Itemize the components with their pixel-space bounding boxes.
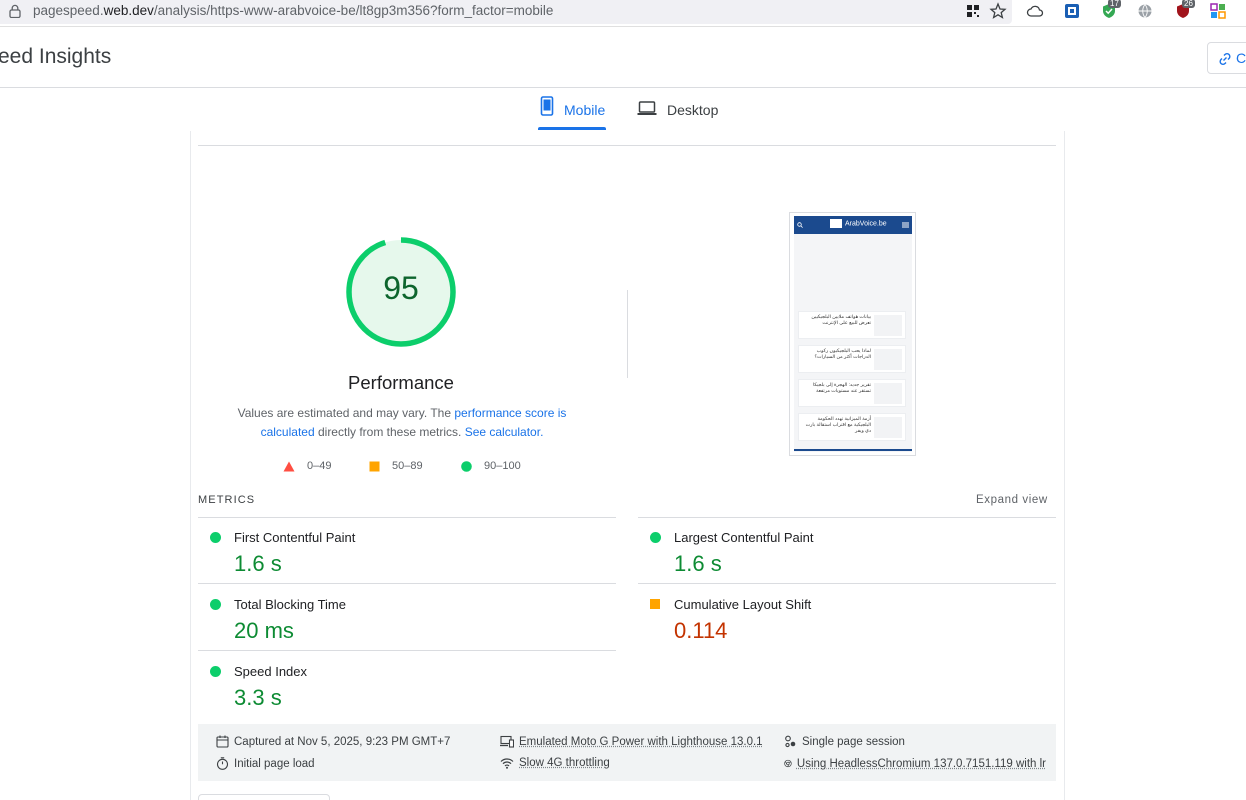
url-text[interactable]: pagespeed.web.dev/analysis/https-www-ara… <box>33 3 553 18</box>
desc-text: directly from these metrics. <box>314 425 465 439</box>
network-throttling-text: Slow 4G throttling <box>519 757 610 769</box>
calendar-icon <box>216 735 229 748</box>
browser-version-text: Using HeadlessChromium 137.0.7151.119 wi… <box>796 757 1046 770</box>
tab-mobile[interactable]: Mobile <box>540 96 605 130</box>
metric-name: Cumulative Layout Shift <box>674 597 812 612</box>
search-icon <box>797 222 803 228</box>
orange-square-icon <box>369 461 380 471</box>
thumbnail-article: لماذا يحب البلجيكيون ركوب الدراجات أكثر … <box>798 345 906 373</box>
legend-pass: 90–100 <box>461 459 521 473</box>
performance-title: Performance <box>348 372 454 393</box>
metric-value: 1.6 s <box>674 551 722 576</box>
thumbnail-article: تقرير جديد: الهجرة إلى بلجيكا تستقر عند … <box>798 379 906 407</box>
expand-view-toggle[interactable]: Expand view <box>976 494 1048 506</box>
address-bar[interactable]: pagespeed.web.dev/analysis/https-www-ara… <box>0 0 1012 24</box>
qr-code-icon[interactable] <box>964 2 982 20</box>
thumbnail-logo: ArabVoice.be <box>830 219 887 228</box>
tab-desktop[interactable]: Desktop <box>637 96 718 130</box>
tab-mobile-label: Mobile <box>564 102 606 118</box>
metric-cumulative-layout-shift: Cumulative Layout Shift 0.114 <box>638 585 1038 651</box>
final-screenshot-thumbnail[interactable]: ArabVoice.be بيانات هواتف ملايين البلجيك… <box>789 212 916 456</box>
colorful-extension-icon[interactable] <box>1209 2 1227 20</box>
thumbnail-article: بيانات هواتف ملايين البلجيكيين تعرض للبي… <box>798 311 906 339</box>
page-load-type: Initial page load <box>216 757 315 770</box>
see-calculator-link[interactable]: See calculator. <box>465 425 544 439</box>
legend-fail: 0–49 <box>283 459 331 473</box>
metric-largest-contentful-paint: Largest Contentful Paint 1.6 s <box>638 518 1038 584</box>
thumbnail-footer-bar <box>794 449 912 451</box>
performance-score: 95 <box>383 270 419 306</box>
laptop-icon <box>637 101 657 115</box>
active-tab-indicator <box>538 127 606 130</box>
tab-desktop-label: Desktop <box>667 102 719 118</box>
menu-icon <box>902 222 909 228</box>
mobile-phone-icon <box>540 96 554 116</box>
card-divider <box>198 145 1056 146</box>
metric-name: Speed Index <box>234 664 308 679</box>
vertical-divider <box>627 290 628 378</box>
session-type-text: Single page session <box>802 735 905 748</box>
legend-pass-range: 90–100 <box>484 460 521 472</box>
metric-first-contentful-paint: First Contentful Paint 1.6 s <box>198 518 598 584</box>
captured-at-text: Captured at Nov 5, 2025, 9:23 PM GMT+7 <box>234 735 451 748</box>
red-triangle-icon <box>283 461 295 471</box>
metric-speed-index: Speed Index 3.3 s <box>198 652 598 718</box>
captured-at: Captured at Nov 5, 2025, 9:23 PM GMT+7 <box>216 735 450 748</box>
legend-fail-range: 0–49 <box>307 460 332 472</box>
view-treemap-button[interactable] <box>198 794 330 800</box>
metric-value: 1.6 s <box>234 551 282 576</box>
extension-badge: 17 <box>1108 0 1121 8</box>
browser-version[interactable]: Using HeadlessChromium 137.0.7151.119 wi… <box>784 757 1046 770</box>
globe-icon[interactable] <box>1136 2 1154 20</box>
metric-value: 20 ms <box>234 618 294 643</box>
lock-icon <box>9 4 21 18</box>
metric-value: 3.3 s <box>234 685 282 710</box>
device-emulation-text: Emulated Moto G Power with Lighthouse 13… <box>519 735 763 748</box>
metric-value: 0.114 <box>674 618 728 643</box>
runtime-settings <box>198 724 1056 781</box>
page-load-type-text: Initial page load <box>234 757 315 770</box>
thumbnail-article: أزمة الميزانية تهدد الحكومة البلجيكية مع… <box>798 413 906 441</box>
metric-total-blocking-time: Total Blocking Time 20 ms <box>198 585 598 651</box>
device-emulation[interactable]: Emulated Moto G Power with Lighthouse 13… <box>500 735 763 748</box>
network-throttling[interactable]: Slow 4G throttling <box>500 757 610 769</box>
copy-link-label: C <box>1236 50 1246 66</box>
site-header: eed Insights C <box>0 28 1246 88</box>
desc-text: Values are estimated and may vary. The <box>237 406 455 420</box>
pass-indicator-icon <box>210 599 221 610</box>
devices-icon <box>500 735 514 748</box>
session-type: Single page session <box>784 735 905 748</box>
chrome-icon <box>784 759 792 768</box>
brand-title[interactable]: eed Insights <box>0 45 111 69</box>
session-icon <box>785 735 796 748</box>
ublock-extension[interactable]: 26 <box>1174 0 1195 20</box>
metric-name: Largest Contentful Paint <box>674 530 814 545</box>
legend-average: 50–89 <box>369 459 423 473</box>
metric-name: First Contentful Paint <box>234 530 356 545</box>
performance-description: Values are estimated and may vary. The p… <box>232 404 572 442</box>
pass-indicator-icon <box>210 532 221 543</box>
average-indicator-icon <box>650 599 660 609</box>
bookmark-star-icon[interactable] <box>989 2 1007 20</box>
legend-average-range: 50–89 <box>392 460 423 472</box>
metric-name: Total Blocking Time <box>234 597 346 612</box>
extension-blue-icon[interactable] <box>1063 2 1081 20</box>
copy-link-button[interactable]: C <box>1207 42 1246 74</box>
browser-toolbar: pagespeed.web.dev/analysis/https-www-ara… <box>0 0 1246 27</box>
shield-extension[interactable]: 17 <box>1100 0 1121 20</box>
green-circle-icon <box>461 460 472 472</box>
timer-icon <box>216 757 229 770</box>
metrics-heading: METRICS <box>198 494 256 506</box>
wifi-icon <box>500 758 514 769</box>
pass-indicator-icon <box>650 532 661 543</box>
link-icon <box>1219 52 1231 66</box>
pass-indicator-icon <box>210 666 221 677</box>
extension-badge: 26 <box>1182 0 1195 8</box>
cloud-icon[interactable] <box>1026 2 1044 20</box>
thumbnail-site-header: ArabVoice.be <box>794 216 912 234</box>
